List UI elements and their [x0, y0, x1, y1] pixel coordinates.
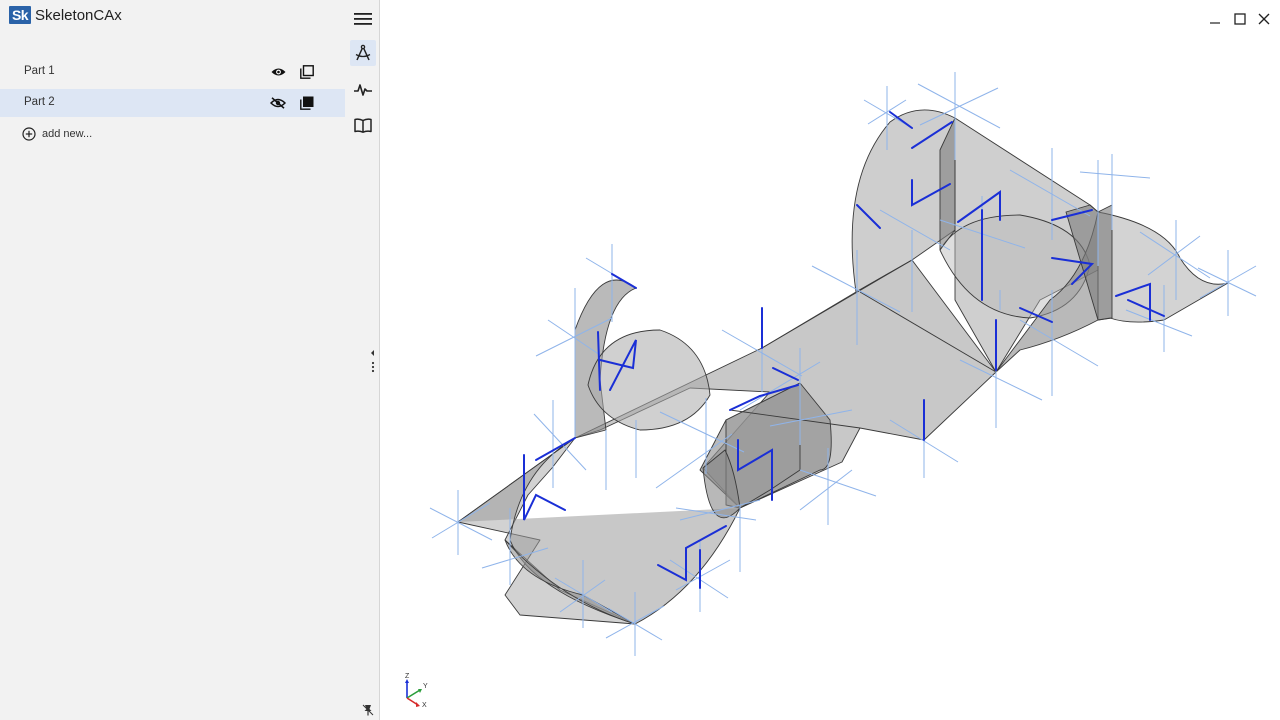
axis-label-y: Y [423, 683, 428, 690]
copy-outline-icon[interactable] [299, 64, 315, 80]
copy-filled-icon[interactable] [299, 95, 315, 111]
open-book-icon [354, 117, 372, 133]
3d-viewport[interactable] [380, 0, 1280, 720]
close-button[interactable] [1255, 10, 1273, 28]
close-icon [1258, 13, 1270, 25]
documentation-button[interactable] [350, 112, 376, 138]
analysis-tool-button[interactable] [350, 77, 376, 103]
sidebar: Sk SkeletonCAx Part 1 Part 2 add new... [0, 0, 380, 720]
axis-triad: Z Y X [405, 673, 428, 709]
axis-label-z: Z [405, 673, 410, 680]
app-title: SkeletonCAx [35, 7, 122, 24]
app-window: Sk SkeletonCAx Part 1 Part 2 add new... … [0, 0, 1280, 720]
sketch-tool-button[interactable] [350, 40, 376, 66]
menu-icon [354, 13, 372, 25]
add-new-part-button[interactable]: add new... [22, 125, 92, 143]
add-new-label: add new... [42, 128, 93, 140]
axis-label-x: X [422, 702, 427, 709]
maximize-icon [1234, 13, 1246, 25]
part-label: Part 1 [24, 65, 55, 77]
app-logo: Sk [9, 6, 31, 24]
pin-icon[interactable] [362, 703, 374, 716]
collapse-sidebar-handle[interactable] [369, 348, 377, 376]
part-row-part-1[interactable]: Part 1 [0, 58, 345, 86]
minimize-icon [1210, 22, 1220, 24]
part-label: Part 2 [24, 96, 55, 108]
minimize-button[interactable] [1206, 10, 1224, 28]
part-row-part-2[interactable]: Part 2 [0, 89, 345, 117]
compass-drafting-icon [355, 44, 371, 61]
signal-wave-icon [354, 84, 372, 96]
eye-icon[interactable] [270, 64, 286, 80]
add-circle-icon [22, 127, 36, 141]
maximize-button[interactable] [1231, 10, 1249, 28]
cad-model-canvas[interactable] [380, 0, 1280, 720]
menu-button[interactable] [350, 6, 376, 32]
collapse-chevron-icon [371, 350, 375, 373]
eye-off-icon[interactable] [270, 95, 286, 111]
